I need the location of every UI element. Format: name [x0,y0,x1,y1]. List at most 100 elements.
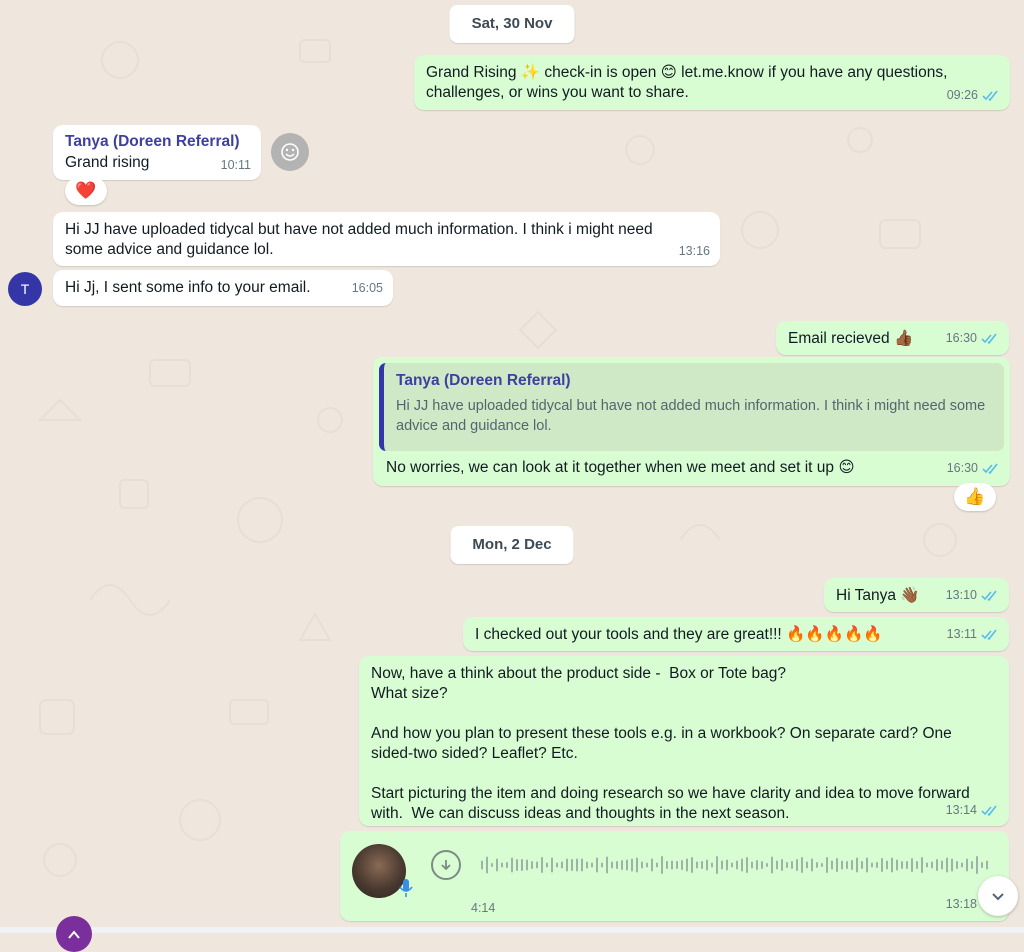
message-meta: 13:11 [947,624,999,644]
message-meta: 10:11 [221,155,251,175]
waveform-bar [556,862,558,868]
message-meta: 16:30 [946,328,999,348]
quoted-message[interactable]: Tanya (Doreen Referral) Hi JJ have uploa… [379,363,1004,451]
message-outgoing[interactable]: Grand Rising ✨ check-in is open 😊 let.me… [414,55,1010,110]
waveform-bar [986,860,988,870]
waveform-bar [621,860,623,870]
waveform-bar [946,857,948,873]
waveform-bar [836,858,838,872]
chat-panel: Sat, 30 Nov Grand Rising ✨ check-in is o… [0,0,1024,952]
waveform-bar [586,861,588,869]
message-outgoing[interactable]: Email recieved 👍🏾 16:30 [776,321,1009,355]
message-time: 16:30 [946,461,978,475]
message-outgoing[interactable]: Hi Tanya 👋🏾 13:10 [824,578,1009,612]
message-outgoing[interactable]: Tanya (Doreen Referral) Hi JJ have uploa… [373,357,1010,486]
waveform-bar [546,862,548,868]
waveform-bar [566,858,568,872]
message-time: 13:10 [945,588,977,602]
waveform-bar [481,860,483,870]
message-time: 13:14 [945,803,977,817]
composer-edge [0,927,1024,933]
waveform-bar [666,861,668,869]
waveform-bar [956,861,958,869]
waveform-bar [521,859,523,871]
message-time: 09:26 [946,88,978,102]
waveform-bar [561,861,563,869]
date-separator: Mon, 2 Dec [450,526,574,564]
waveform-bar [876,862,878,868]
message-incoming[interactable]: Hi JJ have uploaded tidycal but have not… [53,212,720,266]
waveform-bar [696,861,698,869]
waveform-bar [496,858,498,872]
waveform-bar [626,859,628,871]
waveform-bar [816,862,818,868]
waveform-bar [631,858,633,872]
waveform-bar [611,861,613,869]
waveform-bar [731,862,733,868]
read-receipt-icon [982,90,998,101]
waveform-bar [576,858,578,872]
waveform-bar [516,859,518,871]
voice-waveform[interactable] [481,851,991,879]
waveform-bar [541,857,543,873]
message-reaction[interactable]: 👍 [954,483,996,511]
waveform-bar [931,861,933,869]
download-icon [441,860,451,871]
message-text: Hi JJ have uploaded tidycal but have not… [65,221,653,258]
message-meta: 16:05 [352,278,383,298]
waveform-bar [961,862,963,868]
floating-action-button[interactable] [56,916,92,952]
voice-message[interactable]: 4:14 13:18 [340,831,1009,921]
waveform-bar [811,858,813,872]
message-time: 13:18 [945,897,977,911]
message-time: 16:30 [945,331,977,345]
waveform-bar [791,861,793,869]
waveform-bar [821,863,823,867]
waveform-bar [736,860,738,870]
waveform-bar [781,859,783,871]
sender-name: Tanya (Doreen Referral) [65,133,240,150]
waveform-bar [761,861,763,869]
waveform-bar [746,857,748,873]
waveform-bar [866,857,868,873]
waveform-bar [776,860,778,870]
waveform-bar [641,861,643,869]
contact-avatar[interactable]: T [8,272,42,306]
waveform-bar [916,861,918,869]
message-outgoing[interactable]: Now, have a think about the product side… [359,656,1009,826]
message-time: 16:05 [351,281,383,295]
waveform-bar [681,860,683,870]
message-incoming[interactable]: Hi Jj, I sent some info to your email. 1… [53,270,393,306]
waveform-bar [826,857,828,873]
waveform-bar [881,858,883,872]
message-text: No worries, we can look at it together w… [386,459,855,476]
waveform-bar [501,862,503,868]
waveform-bar [921,857,923,873]
waveform-bar [911,858,913,872]
waveform-bar [651,858,653,872]
waveform-bar [756,860,758,870]
read-receipt-icon [981,333,997,344]
waveform-bar [846,861,848,869]
download-button[interactable] [431,850,461,880]
waveform-bar [656,862,658,868]
waveform-bar [796,859,798,871]
waveform-bar [721,860,723,870]
waveform-bar [751,861,753,869]
message-incoming[interactable]: Tanya (Doreen Referral) Grand rising 10:… [53,125,261,180]
waveform-bar [936,859,938,871]
message-time: 10:11 [220,158,251,172]
scroll-to-bottom-button[interactable] [978,876,1018,916]
read-receipt-icon [981,590,997,601]
waveform-bar [891,857,893,873]
waveform-bar [851,860,853,870]
waveform-bar [831,860,833,870]
message-outgoing[interactable]: I checked out your tools and they are gr… [463,617,1009,651]
waveform-bar [671,860,673,870]
react-button[interactable] [271,133,309,171]
waveform-bar [971,861,973,869]
message-reaction[interactable]: ❤️ [65,177,107,205]
message-meta: 13:10 [946,585,999,605]
smiley-icon [281,143,299,161]
message-text: Grand Rising ✨ check-in is open 😊 let.me… [426,64,948,101]
